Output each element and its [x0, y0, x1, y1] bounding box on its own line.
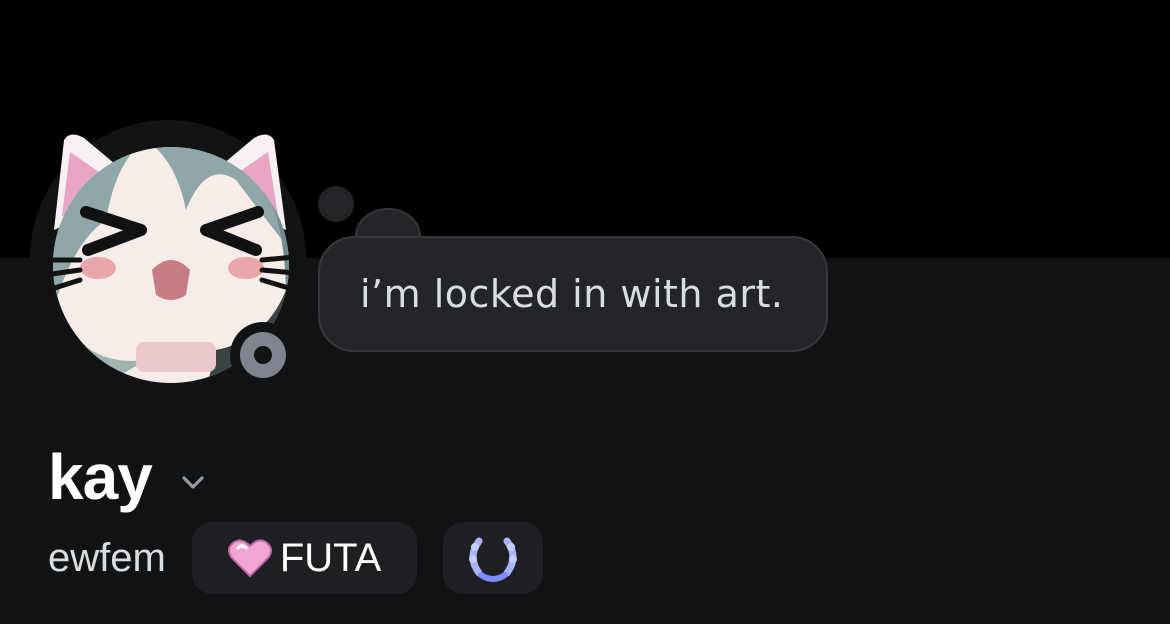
status-indicator [230, 322, 296, 388]
tag-chip[interactable]: FUTA [191, 522, 418, 594]
laurel-wreath-badge-icon [469, 537, 518, 582]
name-row: kay [48, 440, 208, 514]
custom-status-text: i’m locked in with art. [360, 272, 784, 316]
custom-status-bubble[interactable]: i’m locked in with art. [318, 236, 828, 352]
pink-heart-icon [227, 539, 272, 578]
thought-dot-small [318, 186, 354, 222]
username: ewfem [48, 535, 166, 580]
display-name: kay [48, 441, 153, 513]
badge-chip[interactable] [443, 522, 544, 594]
idle-status-icon [240, 332, 286, 378]
tag-label: FUTA [279, 535, 382, 580]
username-row: ewfem FUTA [48, 522, 569, 594]
chevron-down-icon[interactable] [178, 467, 208, 497]
